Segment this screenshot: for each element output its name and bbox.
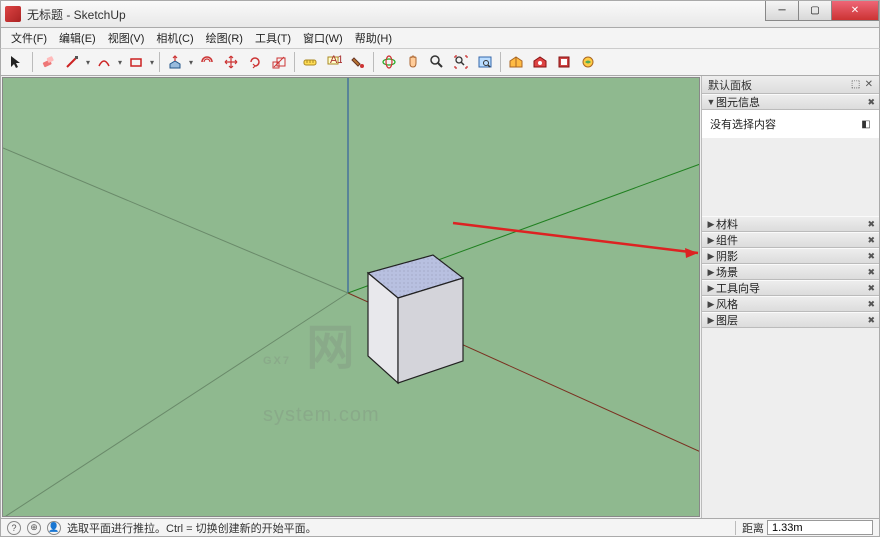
zoom-tool[interactable]	[426, 51, 448, 73]
section-close-icon[interactable]: ✖	[867, 97, 875, 108]
expand-icon: ▶	[706, 267, 716, 278]
menu-tools[interactable]: 工具(T)	[249, 28, 297, 48]
line-tool[interactable]	[61, 51, 83, 73]
expand-icon: ▶	[706, 219, 716, 230]
shape-tool-dropdown[interactable]: ▾	[148, 58, 156, 67]
measurement-label: 距离	[742, 520, 764, 536]
zoom-window-tool[interactable]	[474, 51, 496, 73]
maximize-button[interactable]: ▢	[798, 1, 832, 21]
move-tool[interactable]	[220, 51, 242, 73]
menu-bar: 文件(F) 编辑(E) 视图(V) 相机(C) 绘图(R) 工具(T) 窗口(W…	[0, 28, 880, 48]
geo-icon[interactable]: ⊕	[27, 521, 41, 535]
section-materials[interactable]: ▶材料✖	[702, 216, 879, 232]
section-entity-info[interactable]: ▼ 图元信息 ✖	[702, 94, 879, 110]
minimize-button[interactable]: ─	[765, 1, 799, 21]
entity-info-content: 没有选择内容 ◧	[702, 110, 879, 138]
menu-camera[interactable]: 相机(C)	[150, 28, 199, 48]
section-instructor[interactable]: ▶工具向导✖	[702, 280, 879, 296]
section-close-icon[interactable]: ✖	[867, 219, 875, 230]
status-bar: ? ⊕ 👤 选取平面进行推拉。Ctrl = 切换创建新的开始平面。 距离	[0, 518, 880, 537]
pushpull-tool[interactable]	[164, 51, 186, 73]
svg-text:A1: A1	[330, 54, 342, 66]
pushpull-tool-dropdown[interactable]: ▾	[187, 58, 195, 67]
section-components[interactable]: ▶组件✖	[702, 232, 879, 248]
add-location-tool[interactable]	[577, 51, 599, 73]
collapse-icon: ▼	[706, 97, 716, 107]
section-shadows[interactable]: ▶阴影✖	[702, 248, 879, 264]
section-close-icon[interactable]: ✖	[867, 315, 875, 326]
zoom-extents-tool[interactable]	[450, 51, 472, 73]
status-hint: 选取平面进行推拉。Ctrl = 切换创建新的开始平面。	[67, 520, 317, 536]
measurement-input[interactable]	[767, 520, 873, 535]
toolbar: ▾ ▾ ▾ ▾ A1	[0, 48, 880, 76]
orbit-tool[interactable]	[378, 51, 400, 73]
tray-title[interactable]: 默认面板 ⬚ ✕	[702, 76, 879, 94]
menu-help[interactable]: 帮助(H)	[349, 28, 398, 48]
section-close-icon[interactable]: ✖	[867, 267, 875, 278]
layout-tool[interactable]	[553, 51, 575, 73]
expand-icon: ▶	[706, 283, 716, 294]
scale-tool[interactable]	[268, 51, 290, 73]
offset-tool[interactable]	[196, 51, 218, 73]
section-close-icon[interactable]: ✖	[867, 299, 875, 310]
expand-icon: ▶	[706, 251, 716, 262]
3dwarehouse-tool[interactable]	[505, 51, 527, 73]
section-layers[interactable]: ▶图层✖	[702, 312, 879, 328]
window-titlebar: 无标题 - SketchUp ─ ▢ ✕	[0, 0, 880, 28]
viewport-3d[interactable]: GX7 网system.com	[2, 77, 700, 517]
arc-tool[interactable]	[93, 51, 115, 73]
help-icon[interactable]: ?	[7, 521, 21, 535]
section-close-icon[interactable]: ✖	[867, 283, 875, 294]
line-tool-dropdown[interactable]: ▾	[84, 58, 92, 67]
section-scenes[interactable]: ▶场景✖	[702, 264, 879, 280]
watermark: GX7 网system.com	[263, 308, 380, 433]
app-icon	[5, 6, 21, 22]
window-title: 无标题 - SketchUp	[27, 6, 126, 23]
rotate-tool[interactable]	[244, 51, 266, 73]
extension-warehouse-tool[interactable]	[529, 51, 551, 73]
section-close-icon[interactable]: ✖	[867, 251, 875, 262]
default-tray: 默认面板 ⬚ ✕ ▼ 图元信息 ✖ 没有选择内容 ◧ ▶材料✖ ▶组件✖ ▶阴影…	[701, 76, 879, 518]
tape-tool[interactable]	[299, 51, 321, 73]
eraser-tool[interactable]	[37, 51, 59, 73]
expand-icon: ▶	[706, 315, 716, 326]
section-styles[interactable]: ▶风格✖	[702, 296, 879, 312]
close-button[interactable]: ✕	[831, 1, 879, 21]
credit-icon[interactable]: 👤	[47, 521, 61, 535]
select-tool[interactable]	[6, 51, 28, 73]
tray-close-icon[interactable]: ✕	[865, 79, 873, 90]
menu-file[interactable]: 文件(F)	[5, 28, 53, 48]
arc-tool-dropdown[interactable]: ▾	[116, 58, 124, 67]
menu-draw[interactable]: 绘图(R)	[200, 28, 249, 48]
expand-icon: ▶	[706, 299, 716, 310]
text-tool[interactable]: A1	[323, 51, 345, 73]
menu-view[interactable]: 视图(V)	[102, 28, 151, 48]
pan-tool[interactable]	[402, 51, 424, 73]
entity-pin-icon[interactable]: ◧	[861, 119, 871, 129]
menu-window[interactable]: 窗口(W)	[297, 28, 349, 48]
workspace: GX7 网system.com 默认面板 ⬚ ✕ ▼ 图元信息 ✖ 没有选择内容…	[0, 76, 880, 518]
expand-icon: ▶	[706, 235, 716, 246]
menu-edit[interactable]: 编辑(E)	[53, 28, 102, 48]
section-close-icon[interactable]: ✖	[867, 235, 875, 246]
paint-tool[interactable]	[347, 51, 369, 73]
window-controls: ─ ▢ ✕	[766, 1, 879, 21]
shape-tool[interactable]	[125, 51, 147, 73]
tray-pin-icon[interactable]: ⬚	[851, 79, 861, 89]
